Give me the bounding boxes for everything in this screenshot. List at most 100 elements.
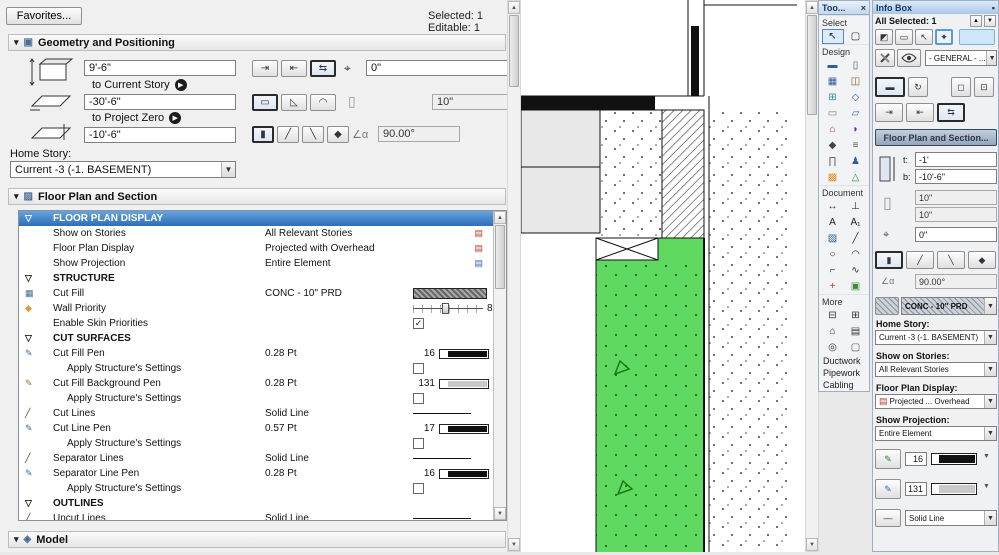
scroll-up-icon[interactable]: ▲	[494, 211, 506, 224]
scroll-down-icon[interactable]: ▼	[984, 15, 996, 27]
circle-tool-icon[interactable]: ○	[822, 247, 844, 262]
door-tool-icon[interactable]: ◫	[845, 74, 867, 89]
rectangle-wall-button[interactable]: ⊡	[974, 77, 994, 97]
railing-tool-icon[interactable]: ∏	[822, 154, 844, 169]
show-on-stories-dropdown[interactable]: All Relevant Stories ▼	[875, 362, 997, 377]
wall-back-slanted-button[interactable]: ╲	[302, 126, 324, 143]
wall-trapezoid-button[interactable]: ◺	[281, 94, 307, 111]
dropdown-arrow-icon[interactable]: ▼	[983, 453, 990, 460]
collapse-icon[interactable]: ▽	[25, 498, 32, 509]
pen-preview[interactable]	[439, 348, 489, 359]
camera-tool-icon[interactable]: ▢	[845, 340, 867, 355]
curved-wall-button[interactable]: ↻	[908, 77, 928, 97]
dropdown-arrow-icon[interactable]: ▼	[984, 331, 996, 344]
arrow-tool-icon[interactable]: ↖	[821, 29, 844, 44]
close-icon[interactable]: ×	[861, 3, 866, 13]
roof-tool-icon[interactable]: ⌂	[822, 122, 844, 137]
inject-parameters-button[interactable]: ↖	[915, 29, 933, 45]
beam-tool-icon[interactable]: ▭	[822, 106, 844, 121]
bottom-elevation-field[interactable]: -10'-6"	[915, 169, 997, 184]
dropdown-arrow-icon[interactable]: ▼	[984, 511, 996, 525]
wall-vertical-button[interactable]: ▮	[252, 126, 274, 143]
line-type-button[interactable]: —	[875, 509, 901, 527]
cut-pen-preview[interactable]	[931, 453, 977, 465]
line-type-dropdown[interactable]: Solid Line ▼	[905, 510, 997, 526]
table-row-cut-fill-background-pen[interactable]: ✎ Cut Fill Background Pen 0.28 Pt 131	[19, 376, 493, 391]
toolbox-item-ductwork[interactable]: Ductwork	[819, 355, 869, 367]
detail-tool-icon[interactable]: ◎	[822, 340, 844, 355]
collapse-icon[interactable]: ▾	[14, 534, 19, 545]
worksheet-tool-icon[interactable]: ▤	[845, 324, 867, 339]
morph-tool-icon[interactable]: ◆	[822, 138, 844, 153]
geometry-section-header[interactable]: ▾ ▣ Geometry and Positioning	[8, 34, 506, 51]
table-group-floor-plan-display[interactable]: ▽ FLOOR PLAN DISPLAY	[19, 211, 493, 226]
table-row-apply-structure-s-settings[interactable]: Apply Structure's Settings	[19, 436, 493, 451]
hotspot-tool-icon[interactable]: +	[822, 279, 844, 294]
toolbox-titlebar[interactable]: Too... ×	[819, 1, 869, 15]
spline-tool-icon[interactable]: ∿	[845, 263, 867, 278]
pen-preview[interactable]	[439, 468, 489, 479]
table-row-cut-fill-pen[interactable]: ✎ Cut Fill Pen 0.28 Pt 16	[19, 346, 493, 361]
ref-line-center-button[interactable]: ⇤	[281, 60, 307, 77]
thickness-field-a[interactable]: 10"	[915, 190, 997, 205]
element-settings-button[interactable]	[875, 49, 895, 67]
angle-field[interactable]: 90.00°	[915, 274, 997, 289]
dropdown-arrow-icon[interactable]: ▼	[984, 363, 996, 376]
table-row-wall-priority[interactable]: ◆ Wall Priority 8	[19, 301, 493, 316]
scroll-up-icon[interactable]: ▲	[806, 1, 818, 14]
wall-slanted-button[interactable]: ╱	[906, 251, 934, 269]
line-preview[interactable]	[413, 458, 471, 459]
plan-scrollbar[interactable]: ▲ ▼	[805, 0, 819, 552]
background-pen-number[interactable]: 131	[905, 482, 927, 496]
thickness-field-b[interactable]: 10"	[915, 207, 997, 222]
dialog-scrollbar-thumb[interactable]	[509, 15, 519, 87]
table-row-cut-line-pen[interactable]: ✎ Cut Line Pen 0.57 Pt 17	[19, 421, 493, 436]
table-row-show-projection[interactable]: Show Projection Entire Element ▤	[19, 256, 493, 271]
model-section-header[interactable]: ▾ ◈ Model	[8, 531, 506, 548]
wall-priority-slider[interactable]	[413, 302, 483, 315]
wall-polygon-button[interactable]: ◠	[310, 94, 336, 111]
ref-line-outside-button[interactable]: ⇥	[875, 103, 903, 122]
table-scrollbar[interactable]: ▲ ▼	[493, 211, 506, 520]
table-row-floor-plan-display[interactable]: Floor Plan Display Projected with Overhea…	[19, 241, 493, 256]
top-link-picker-icon[interactable]: ▶	[174, 79, 187, 91]
dropdown-arrow-icon[interactable]: ▼	[983, 483, 990, 490]
floor-plan-display-dropdown[interactable]: ▤ Projected ... Overhead ▼	[875, 394, 997, 409]
scroll-up-icon[interactable]: ▲	[508, 1, 520, 14]
label-tool-icon[interactable]: A₁	[845, 215, 867, 230]
line-preview[interactable]	[413, 518, 471, 519]
cut-fill-button[interactable]	[875, 297, 899, 315]
home-story-dropdown[interactable]: Current -3 (-1. BASEMENT) ▼	[10, 161, 236, 178]
toolbox-item-cabling[interactable]: Cabling	[819, 379, 869, 391]
cut-pen-number[interactable]: 16	[905, 452, 927, 466]
base-elevation-field[interactable]: -30'-6"	[84, 94, 236, 110]
table-row-show-on-stories[interactable]: Show on Stories All Relevant Stories ▤	[19, 226, 493, 241]
ref-line-center-button[interactable]: ⇤	[906, 103, 934, 122]
level-dimension-tool-icon[interactable]: ⊥	[845, 199, 867, 214]
table-group-outlines[interactable]: ▽ OUTLINES	[19, 496, 493, 511]
table-row-apply-structure-s-settings[interactable]: Apply Structure's Settings	[19, 361, 493, 376]
table-row-cut-fill[interactable]: ▦ Cut Fill CONC - 10" PRD	[19, 286, 493, 301]
scroll-down-icon[interactable]: ▼	[494, 507, 506, 520]
slider-handle[interactable]	[442, 303, 450, 314]
wall-vertical-button[interactable]: ▮	[875, 251, 903, 269]
scroll-up-icon[interactable]: ▲	[970, 15, 982, 27]
polyline-tool-icon[interactable]: ⌐	[822, 263, 844, 278]
cut-fill-preview[interactable]	[413, 288, 487, 299]
checkbox[interactable]	[413, 483, 424, 494]
figure-tool-icon[interactable]: ▣	[845, 279, 867, 294]
dropdown-arrow-icon[interactable]: ▼	[984, 298, 996, 314]
layer-visibility-button[interactable]	[897, 49, 921, 67]
favorite-preview-swatch[interactable]	[959, 29, 995, 45]
plan-scrollbar-thumb[interactable]	[807, 15, 817, 115]
selected-wall[interactable]	[595, 237, 705, 552]
pen-preview[interactable]	[439, 378, 489, 389]
favorites-button[interactable]: Favorites...	[6, 7, 82, 25]
dropdown-arrow-icon[interactable]: ▼	[984, 427, 996, 440]
stair-tool-icon[interactable]: ≡	[845, 138, 867, 153]
favorites-popup-button[interactable]: ✦	[935, 29, 953, 45]
background-pen-button[interactable]: ✎	[875, 479, 901, 499]
section-tool-icon[interactable]: ⊟	[822, 308, 844, 323]
panel-menu-icon[interactable]: ▪	[992, 3, 995, 13]
checkbox[interactable]	[413, 438, 424, 449]
